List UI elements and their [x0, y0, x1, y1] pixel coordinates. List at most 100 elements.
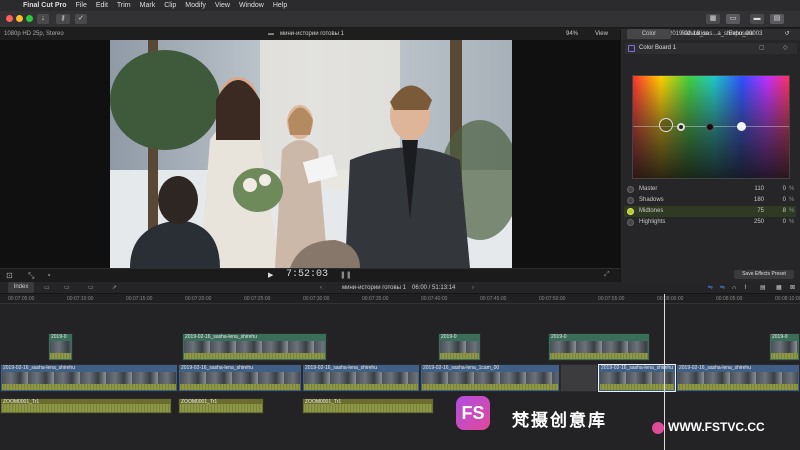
primary-clip[interactable]: 2019-02-16_sasha-lena_shirehu — [676, 364, 800, 392]
reset-color-icon[interactable]: ↺ — [782, 29, 792, 39]
connected-clip[interactable]: 2019-02-16_sasha-lena_shirehu — [182, 333, 327, 361]
fullscreen-icon[interactable]: ⤢ — [604, 271, 610, 279]
connected-clip[interactable]: 2019-0 — [438, 333, 481, 361]
highlights-value[interactable]: 250 — [744, 217, 764, 228]
menu-help[interactable]: Help — [273, 2, 287, 9]
clip-waveform — [180, 404, 262, 412]
back-icon[interactable]: ‹ — [320, 282, 322, 294]
audio-clip[interactable]: ZOOM0001_Tr1 — [302, 398, 434, 414]
audio-clip[interactable]: ZOOM0001_Tr1 — [178, 398, 264, 414]
append-icon[interactable]: ▭ — [44, 282, 50, 294]
speed-icon[interactable]: ◔ — [46, 271, 51, 280]
master-value[interactable]: 110 — [744, 184, 764, 195]
color-board-selector[interactable]: Color Board 1 ▢ ◇ — [625, 43, 797, 54]
midtones-percent[interactable]: 8 — [774, 206, 786, 217]
highlights-puck[interactable] — [737, 122, 746, 131]
connected-clip[interactable]: 2019-0 — [548, 333, 650, 361]
primary-clip[interactable]: 2019-02-16_sasha-lena_1cam_00 — [420, 364, 560, 392]
menu-app-name[interactable]: Final Cut Pro — [23, 2, 67, 9]
menu-trim[interactable]: Trim — [117, 2, 131, 9]
keyword-icon[interactable]: ⚷ — [56, 14, 70, 24]
connected-clip[interactable]: 2019-0 — [769, 333, 800, 361]
shadows-row[interactable]: Shadows 180 0 % — [624, 195, 796, 206]
select-tool-icon[interactable]: ➚ — [112, 282, 117, 294]
video-frame[interactable] — [110, 40, 512, 268]
headphones-icon[interactable]: ∩ — [732, 282, 736, 294]
tab-saturation[interactable]: Saturation — [673, 29, 717, 39]
minimize-window-button[interactable] — [16, 15, 23, 22]
connected-clip[interactable]: 2019-0 — [48, 333, 73, 361]
inspector-layout-icon[interactable]: ▤ — [770, 14, 784, 24]
save-effects-preset-button[interactable]: Save Effects Preset — [734, 270, 794, 279]
midtones-value[interactable]: 75 — [744, 206, 764, 217]
color-board-menu-icon[interactable]: ◇ — [783, 44, 788, 51]
insert-icon[interactable]: ▭ — [64, 282, 70, 294]
menu-mark[interactable]: Mark — [140, 2, 156, 9]
timeline-ruler[interactable]: 00:07:05:00 00:07:10:00 00:07:15:00 00:0… — [0, 294, 800, 304]
transform-icon[interactable]: ⤡ — [28, 271, 34, 281]
shadows-label: Shadows — [639, 197, 664, 203]
play-icon[interactable]: ▶ — [268, 271, 273, 279]
menu-file[interactable]: File — [76, 2, 87, 9]
master-row[interactable]: Master 110 0 % — [624, 184, 796, 195]
clip-appearance-icon[interactable]: ▤ — [760, 282, 766, 294]
menu-window[interactable]: Window — [239, 2, 264, 9]
libraries-layout-icon[interactable]: ▦ — [706, 14, 720, 24]
ruler-tick: 00:07:20:00 — [185, 296, 212, 302]
browser-layout-icon[interactable]: ▭ — [726, 14, 740, 24]
watermark-dot-icon — [652, 422, 664, 434]
midtones-puck[interactable] — [706, 123, 714, 131]
shadows-percent[interactable]: 0 — [774, 195, 786, 206]
effects-browser-icon[interactable]: ▦ — [776, 282, 782, 294]
midtones-percent-sign: % — [789, 208, 795, 214]
clip-label: 2019-02-16_sasha-lena_shirehu — [305, 365, 377, 371]
ruler-tick: 00:07:05:00 — [8, 296, 35, 302]
apple-icon[interactable] — [9, 2, 17, 10]
clip-waveform — [600, 384, 674, 390]
viewer-zoom[interactable]: 94% — [566, 29, 586, 40]
crop-icon[interactable]: ⊡ — [6, 271, 13, 280]
menu-view[interactable]: View — [215, 2, 230, 9]
shadows-puck[interactable] — [677, 123, 685, 131]
master-percent[interactable]: 0 — [774, 184, 786, 195]
zoom-window-button[interactable] — [26, 15, 33, 22]
shadows-value[interactable]: 180 — [744, 195, 764, 206]
shadows-percent-sign: % — [789, 197, 795, 203]
close-window-button[interactable] — [6, 15, 13, 22]
background-tasks-icon[interactable]: ✓ — [75, 14, 87, 24]
skimming-icon[interactable]: ⇋ — [708, 282, 713, 294]
audio-skimming-icon[interactable]: ⇋ — [720, 282, 725, 294]
overwrite-icon[interactable]: ▭ — [88, 282, 94, 294]
menu-edit[interactable]: Edit — [96, 2, 108, 9]
timeline-layout-icon[interactable]: ▬ — [750, 14, 764, 24]
forward-icon[interactable]: › — [472, 282, 474, 294]
menu-modify[interactable]: Modify — [185, 2, 206, 9]
menu-clip[interactable]: Clip — [164, 2, 176, 9]
snapping-icon[interactable]: ⌇ — [744, 282, 747, 294]
index-button[interactable]: Index — [8, 282, 34, 293]
gap-clip[interactable] — [560, 364, 598, 392]
ruler-tick: 00:08:10:00 — [775, 296, 800, 302]
transitions-browser-icon[interactable]: ⊠ — [790, 282, 795, 294]
highlights-row[interactable]: Highlights 250 0 % — [624, 217, 796, 228]
watermark-logo: FS — [456, 396, 490, 430]
viewer-view-menu[interactable]: View — [595, 29, 617, 40]
primary-clip[interactable]: 2019-02-16_sasha-lena_shirehu — [178, 364, 302, 392]
primary-clip[interactable]: 2019-02-16_sasha-lena_shirehu — [302, 364, 420, 392]
color-board[interactable] — [632, 75, 790, 179]
timecode-display[interactable]: 7:52:03 — [286, 268, 328, 282]
tab-color[interactable]: Color — [627, 29, 671, 39]
midtones-row[interactable]: Midtones 75 8 % — [624, 206, 796, 217]
viewer-format-label: 1080p HD 25p, Stereo — [4, 31, 64, 37]
tab-exposure[interactable]: Exposure — [719, 29, 763, 39]
primary-clip[interactable]: 2019-02-16_sasha-lena_shirehu — [0, 364, 178, 392]
import-icon[interactable]: ↓ — [37, 14, 49, 24]
highlights-percent[interactable]: 0 — [774, 217, 786, 228]
reset-icon[interactable]: ▢ — [759, 44, 765, 51]
clip-waveform — [304, 404, 432, 412]
audio-clip[interactable]: ZOOM0001_Tr1 — [0, 398, 172, 414]
watermark: FS 梵摄创意库 WWW.FSTVC.CC — [450, 392, 800, 450]
clip-thumbnail — [304, 372, 418, 384]
master-puck[interactable] — [659, 118, 673, 132]
clip-waveform — [2, 384, 176, 390]
